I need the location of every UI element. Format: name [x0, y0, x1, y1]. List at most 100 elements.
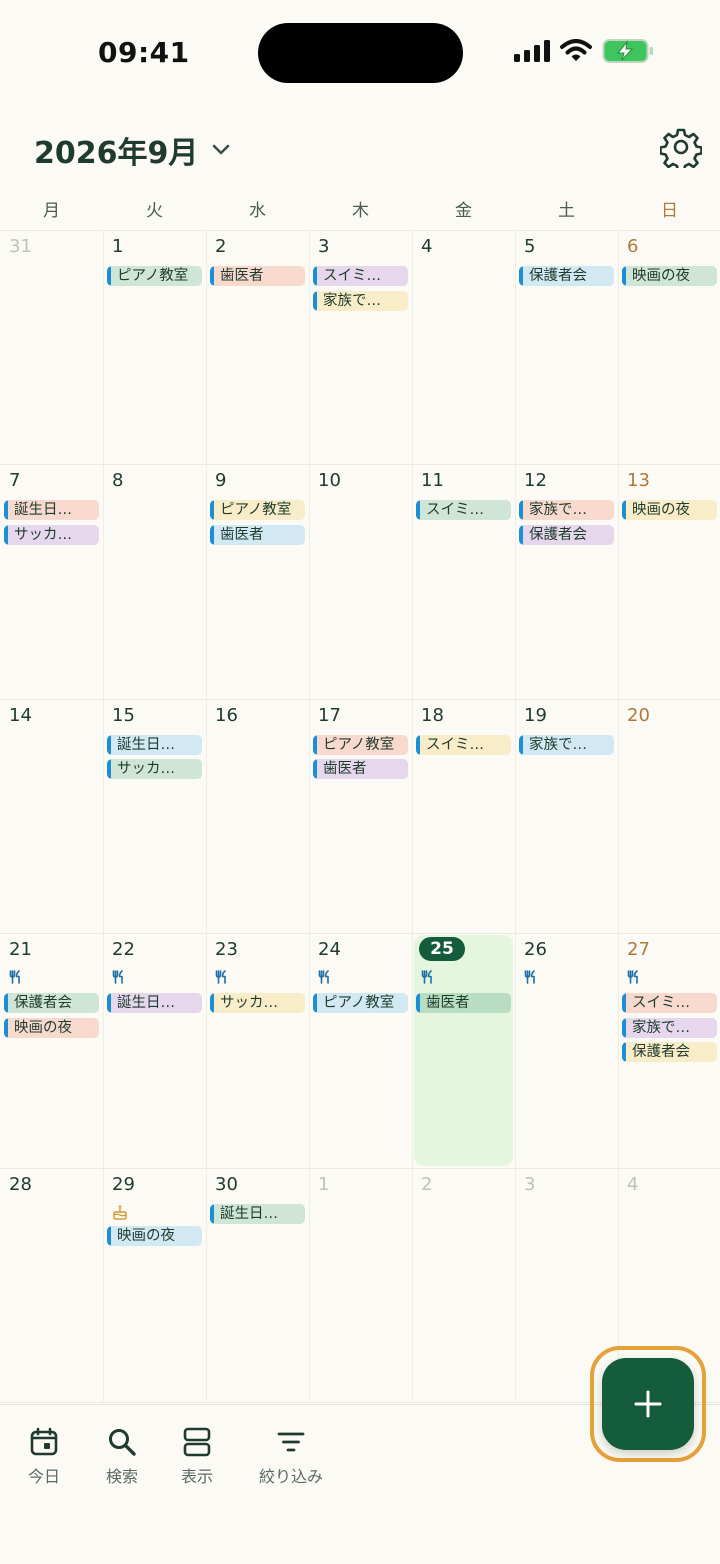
event-chip[interactable]: スイミ…	[416, 500, 511, 521]
day-cell[interactable]: 7 誕生日… サッカ…	[0, 464, 103, 698]
day-cell[interactable]: 13 映画の夜	[618, 464, 720, 698]
day-number: 2	[215, 236, 227, 257]
day-cell[interactable]: 10	[309, 464, 412, 698]
day-marker	[112, 1204, 128, 1224]
day-cell[interactable]: 16	[206, 699, 309, 933]
event-chip[interactable]: 家族で…	[519, 500, 614, 521]
weekday-label: 木	[352, 201, 369, 221]
event-chip[interactable]: ピアノ教室	[107, 266, 202, 286]
event-chip[interactable]: 誕生日…	[107, 734, 202, 755]
day-cell[interactable]: 12 家族で… 保護者会	[515, 464, 618, 698]
tab-view[interactable]: 表示	[173, 1427, 221, 1487]
day-number: 11	[421, 470, 444, 492]
month-title: 2026年9月	[34, 136, 199, 171]
event-chip[interactable]: 映画の夜	[622, 266, 717, 286]
view-layout-icon	[183, 1427, 211, 1457]
event-chip[interactable]: サッカ…	[107, 759, 202, 780]
event-chip[interactable]: スイミ…	[416, 734, 511, 755]
day-cell[interactable]: 31	[0, 230, 103, 464]
day-number: 10	[318, 470, 341, 492]
day-cell[interactable]: 27 スイミ… 家族で… 保護者会	[618, 933, 720, 1167]
day-cell[interactable]: 2	[412, 1168, 515, 1402]
filter-icon	[277, 1432, 305, 1452]
day-number: 30	[215, 1173, 238, 1195]
day-number: 13	[627, 470, 650, 492]
day-cell[interactable]: 28	[0, 1168, 103, 1402]
settings-button[interactable]	[659, 126, 703, 173]
event-chip[interactable]: 映画の夜	[4, 1017, 99, 1038]
day-cell[interactable]: 26	[515, 933, 618, 1167]
day-cell[interactable]: 4	[412, 230, 515, 464]
search-icon	[109, 1429, 136, 1456]
event-chip[interactable]: サッカ…	[4, 524, 99, 545]
event-chip[interactable]: 映画の夜	[622, 500, 717, 521]
tab-search[interactable]: 検索	[98, 1427, 146, 1487]
day-cell[interactable]: 8	[103, 464, 206, 698]
day-cell[interactable]: 9 ピアノ教室 歯医者	[206, 464, 309, 698]
day-number: 21	[9, 939, 32, 961]
day-number: 12	[524, 470, 547, 492]
day-cell[interactable]: 23 サッカ…	[206, 933, 309, 1167]
event-chip[interactable]: 誕生日…	[4, 500, 99, 521]
event-chip[interactable]: ピアノ教室	[313, 993, 408, 1014]
month-selector[interactable]: 2026年9月	[34, 128, 230, 172]
fork-knife-icon	[9, 970, 20, 984]
day-marker	[112, 969, 126, 988]
weekday-header: 月火水木金土日	[0, 196, 720, 221]
day-cell[interactable]: 11 スイミ…	[412, 464, 515, 698]
day-cell[interactable]: 2 歯医者	[206, 230, 309, 464]
event-chip[interactable]: 誕生日…	[107, 993, 202, 1014]
event-chip[interactable]: 映画の夜	[107, 1225, 202, 1246]
day-cell[interactable]: 17 ピアノ教室歯医者	[309, 699, 412, 933]
day-cell[interactable]: 19 家族で…	[515, 699, 618, 933]
event-chip[interactable]: スイミ…	[313, 266, 408, 286]
tab-today[interactable]: 今日	[20, 1427, 68, 1487]
day-cell[interactable]: 21 保護者会映画の夜	[0, 933, 103, 1167]
day-cell[interactable]: 25 歯医者	[412, 933, 515, 1167]
day-cell[interactable]: 5 保護者会	[515, 230, 618, 464]
event-chip[interactable]: 歯医者	[313, 759, 408, 780]
day-cell[interactable]: 30 誕生日…	[206, 1168, 309, 1402]
event-chip[interactable]: 保護者会	[622, 1042, 717, 1063]
day-number: 3	[524, 1173, 536, 1195]
day-number: 2	[421, 1173, 433, 1195]
day-cell[interactable]: 22 誕生日…	[103, 933, 206, 1167]
event-chip[interactable]: サッカ…	[210, 993, 305, 1014]
event-chip[interactable]: 歯医者	[416, 993, 511, 1014]
event-chip[interactable]: 保護者会	[519, 266, 614, 286]
fork-knife-icon	[421, 970, 432, 984]
event-chip[interactable]: ピアノ教室	[313, 734, 408, 755]
day-cell[interactable]: 18 スイミ…	[412, 699, 515, 933]
event-chip[interactable]: 歯医者	[210, 266, 305, 286]
event-chip[interactable]: 保護者会	[4, 993, 99, 1014]
weekday-label: 月	[43, 201, 60, 221]
weekday-label: 土	[558, 201, 575, 221]
day-number: 8	[112, 470, 124, 492]
day-cell[interactable]: 1	[309, 1168, 412, 1402]
event-chip[interactable]: 家族で…	[519, 734, 614, 755]
add-event-button[interactable]	[602, 1358, 694, 1450]
day-cell[interactable]: 14	[0, 699, 103, 933]
event-chip[interactable]: ピアノ教室	[210, 500, 305, 521]
weekday-label: 火	[146, 201, 163, 221]
event-chip[interactable]: スイミ…	[622, 993, 717, 1014]
day-cell[interactable]: 15 誕生日… サッカ…	[103, 699, 206, 933]
day-number: 17	[318, 704, 341, 726]
day-number: 19	[524, 704, 547, 726]
fork-knife-icon	[627, 970, 638, 984]
day-cell[interactable]: 3 スイミ… 家族で…	[309, 230, 412, 464]
tab-filter[interactable]: 絞り込み	[250, 1427, 332, 1487]
event-chip[interactable]: 家族で…	[313, 290, 408, 311]
event-chip[interactable]: 家族で…	[622, 1017, 717, 1038]
day-cell[interactable]: 29 映画の夜	[103, 1168, 206, 1402]
day-cell[interactable]: 1 ピアノ教室	[103, 230, 206, 464]
day-marker	[421, 969, 435, 988]
day-cell[interactable]: 6 映画の夜	[618, 230, 720, 464]
day-cell[interactable]: 24 ピアノ教室	[309, 933, 412, 1167]
status-icons	[514, 38, 654, 64]
event-chip[interactable]: 保護者会	[519, 524, 614, 545]
event-chip[interactable]: 誕生日…	[210, 1203, 305, 1224]
event-chip[interactable]: 歯医者	[210, 524, 305, 545]
day-cell[interactable]: 20	[618, 699, 720, 933]
cellular-signal-icon	[514, 40, 550, 62]
